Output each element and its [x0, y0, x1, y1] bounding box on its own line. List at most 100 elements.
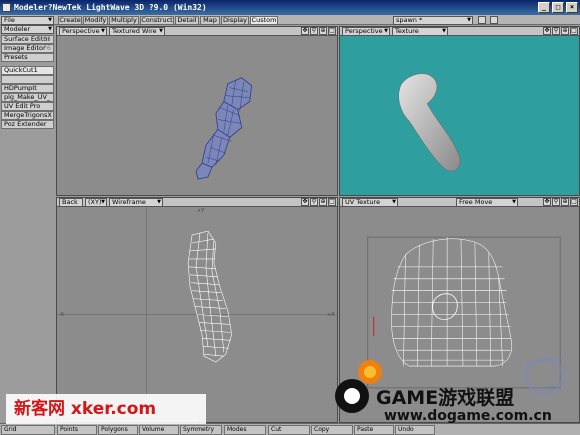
- file-menu[interactable]: File ▼: [1, 16, 54, 25]
- symmetry-button[interactable]: Symmetry: [180, 425, 222, 435]
- ortho-wireframe: [57, 207, 337, 422]
- title-bar[interactable]: Modeler?NewTek LightWave 3D ?9.0 (Win32)…: [0, 0, 580, 15]
- tab-construct[interactable]: Construct: [140, 16, 174, 25]
- viewport-top-left[interactable]: Perspective ▼ Textured Wire ▼ ✥ ⚲ ⊕ □: [56, 26, 338, 196]
- view-type-select[interactable]: UV Texture ▼: [342, 198, 398, 207]
- maximize-view-icon[interactable]: □: [570, 198, 578, 206]
- tab-detail[interactable]: Detail: [175, 16, 199, 25]
- zoom-view-icon[interactable]: ⊕: [319, 198, 327, 206]
- viewport-top-right[interactable]: Perspective ▼ Texture ▼ ✥ ⚲ ⊕ □: [339, 26, 580, 196]
- view-type-value: Perspective: [62, 27, 100, 35]
- chevron-down-icon: ▼: [384, 28, 388, 34]
- layer-select[interactable]: spawn * ▼: [393, 16, 473, 25]
- viewport-header: Perspective ▼ Texture ▼ ✥ ⚲ ⊕ □: [340, 27, 579, 36]
- rotate-view-icon[interactable]: ⚲: [310, 198, 318, 206]
- chevron-down-icon: ▼: [101, 28, 105, 34]
- file-menu-label: File: [4, 16, 15, 24]
- viewport-header: Back (XY) ▼ Wireframe ▼ ✥ ⚲ ⊕ □: [57, 198, 337, 207]
- sidebar-item-quickcut1[interactable]: QuickCut1: [1, 66, 54, 75]
- move-view-icon[interactable]: ✥: [301, 198, 309, 206]
- minimize-button[interactable]: _: [538, 2, 550, 13]
- watermark-url-text: www.dogame.com.cn: [384, 408, 552, 424]
- app-icon: [2, 3, 11, 12]
- modeler-window: Modeler?NewTek LightWave 3D ?9.0 (Win32)…: [0, 0, 580, 435]
- close-button[interactable]: ×: [566, 2, 578, 13]
- modes-menu[interactable]: Modes: [224, 425, 266, 435]
- move-view-icon[interactable]: ✥: [543, 198, 551, 206]
- axis-value: (XY): [88, 198, 102, 206]
- viewport-bottom-left[interactable]: Back (XY) ▼ Wireframe ▼ ✥ ⚲ ⊕ □ +Y -X +X: [56, 197, 338, 423]
- sidebar-item-label: QuickCut1: [4, 66, 38, 74]
- chevron-down-icon: ▼: [48, 17, 52, 23]
- zoom-view-icon[interactable]: ⊕: [561, 198, 569, 206]
- watermark-left: 新客网 xker.com: [6, 394, 206, 424]
- shaded-arm-model: [398, 73, 461, 172]
- render-mode-select[interactable]: Textured Wire ▼: [109, 27, 165, 36]
- points-mode-button[interactable]: Points: [57, 425, 97, 435]
- move-view-icon[interactable]: ✥: [301, 27, 309, 35]
- shortcut-key: F6: [43, 44, 51, 52]
- axis-label: +Y: [197, 208, 205, 214]
- viewport-canvas[interactable]: +Y -X +X -Y: [57, 207, 337, 422]
- cut-button[interactable]: Cut: [268, 425, 310, 435]
- chevron-down-icon: ▼: [48, 26, 52, 32]
- layer-toggle-icon[interactable]: [478, 16, 486, 24]
- maximize-view-icon[interactable]: □: [570, 27, 578, 35]
- polygons-mode-button[interactable]: Polygons: [98, 425, 138, 435]
- sidebar: Modeler ▼ Surface Editor F5 Image Editor F6…: [0, 25, 55, 423]
- sidebar-item-blank[interactable]: [1, 75, 54, 84]
- zoom-view-icon[interactable]: ⊕: [319, 27, 327, 35]
- tab-modify[interactable]: Modify: [83, 16, 108, 25]
- tab-custom[interactable]: Custom: [250, 16, 278, 25]
- maximize-button[interactable]: □: [552, 2, 564, 13]
- chevron-down-icon: ▼: [467, 17, 471, 23]
- zoom-view-icon[interactable]: ⊕: [561, 27, 569, 35]
- viewport-canvas[interactable]: [340, 36, 579, 195]
- sidebar-item-plg-make-uv[interactable]: plg_Make_UV_: [1, 93, 54, 102]
- chevron-down-icon: ▼: [512, 199, 516, 205]
- axis-select[interactable]: (XY) ▼: [85, 198, 107, 207]
- view-type-select[interactable]: Perspective ▼: [59, 27, 107, 36]
- sidebar-item-poz-extender[interactable]: Poz Extender: [1, 120, 54, 129]
- view-type-select[interactable]: Back: [59, 198, 83, 207]
- sidebar-item-mergetrigonsx[interactable]: MergeTrigonsX: [1, 111, 54, 120]
- tab-map[interactable]: Map: [200, 16, 220, 25]
- watermark-left-text: 新客网 xker.com: [14, 399, 157, 419]
- chevron-down-icon: ▼: [159, 28, 163, 34]
- sidebar-item-hdpumpit[interactable]: HDPumpIt: [1, 84, 54, 93]
- render-mode-select[interactable]: Wireframe ▼: [109, 198, 163, 207]
- modeler-menu[interactable]: Modeler ▼: [1, 25, 54, 34]
- uv-move-select[interactable]: Free Move ▼: [456, 198, 518, 207]
- view-type-select[interactable]: Perspective ▼: [342, 27, 390, 36]
- sidebar-item-uv-edit-pro[interactable]: UV Edit Pro: [1, 102, 54, 111]
- render-mode-select[interactable]: Texture ▼: [392, 27, 448, 36]
- render-mode-value: Texture: [395, 27, 419, 35]
- tab-display[interactable]: Display: [221, 16, 249, 25]
- sidebar-item-surface-editor[interactable]: Surface Editor F5: [1, 35, 54, 44]
- axis-label: -X: [59, 312, 64, 318]
- rotate-view-icon[interactable]: ⚲: [310, 27, 318, 35]
- volume-mode-button[interactable]: Volume: [139, 425, 179, 435]
- rotate-view-icon[interactable]: ⚲: [552, 27, 560, 35]
- maximize-view-icon[interactable]: □: [328, 27, 336, 35]
- move-view-icon[interactable]: ✥: [543, 27, 551, 35]
- sidebar-item-image-editor[interactable]: Image Editor F6: [1, 44, 54, 53]
- rotate-view-icon[interactable]: ⚲: [552, 198, 560, 206]
- sidebar-item-label: HDPumpIt: [4, 84, 37, 92]
- tab-create[interactable]: Create: [58, 16, 82, 25]
- tab-multiply[interactable]: Multiply: [109, 16, 139, 25]
- sidebar-item-presets[interactable]: Presets: [1, 53, 54, 62]
- viewport-canvas[interactable]: [57, 36, 337, 195]
- sidebar-item-label: MergeTrigonsX: [4, 111, 52, 119]
- chevron-down-icon: ▼: [392, 199, 396, 205]
- sidebar-item-label: Image Editor: [4, 44, 46, 52]
- sidebar-item-label: Poz Extender: [4, 120, 47, 128]
- window-title: Modeler?NewTek LightWave 3D ?9.0 (Win32): [14, 3, 207, 12]
- layer-toggle-icon[interactable]: [490, 16, 498, 24]
- maximize-view-icon[interactable]: □: [328, 198, 336, 206]
- view-type-value: UV Texture: [345, 198, 381, 206]
- wireframe-arm-model: [195, 77, 253, 180]
- render-mode-value: Wireframe: [112, 198, 146, 206]
- axis-label: +X: [327, 312, 335, 318]
- layer-select-value: spawn *: [396, 16, 423, 24]
